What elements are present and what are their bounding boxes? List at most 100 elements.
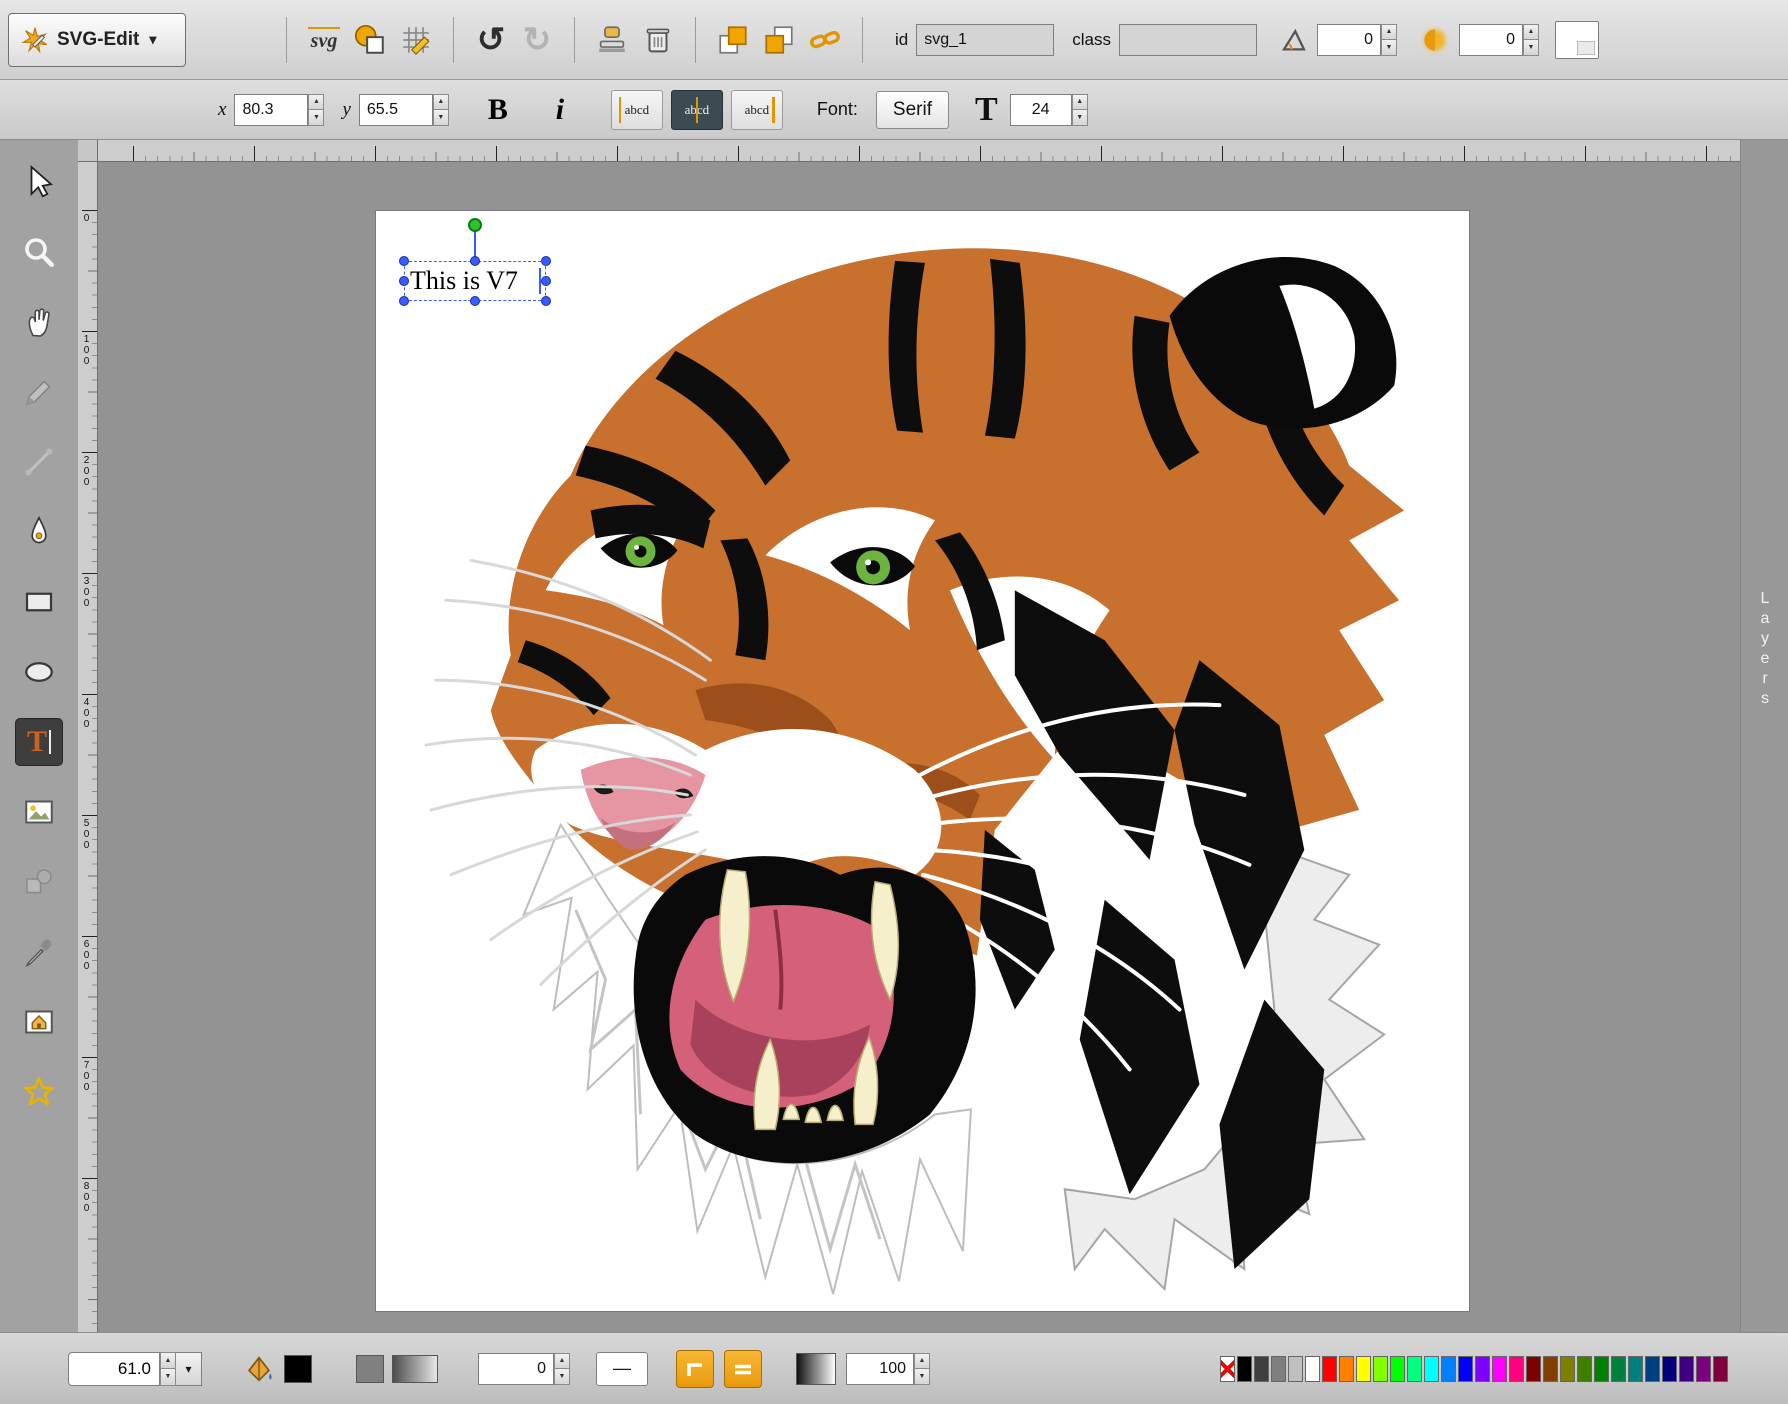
bold-button[interactable]: B	[477, 89, 519, 131]
palette-swatch[interactable]	[1662, 1356, 1677, 1382]
resize-handle-n[interactable]	[470, 256, 480, 266]
stroke-dash-dropdown[interactable]: —	[596, 1352, 648, 1386]
blur-spinner[interactable]: ▲▼	[1523, 24, 1539, 56]
link-button[interactable]	[802, 17, 848, 63]
id-input[interactable]	[916, 24, 1054, 56]
palette-swatch[interactable]	[1628, 1356, 1643, 1382]
x-input[interactable]	[234, 94, 308, 126]
palette-swatch[interactable]	[1577, 1356, 1592, 1382]
palette-swatch[interactable]	[1322, 1356, 1337, 1382]
palette-swatch[interactable]	[1475, 1356, 1490, 1382]
undo-button[interactable]: ↺	[468, 17, 514, 63]
palette-swatch[interactable]	[1220, 1356, 1235, 1382]
ellipse-tool[interactable]	[15, 648, 63, 696]
delete-button[interactable]	[635, 17, 681, 63]
palette-swatch[interactable]	[1526, 1356, 1541, 1382]
class-input[interactable]	[1119, 24, 1257, 56]
palette-swatch[interactable]	[1339, 1356, 1354, 1382]
palette-swatch[interactable]	[1594, 1356, 1609, 1382]
palette-swatch[interactable]	[1237, 1356, 1252, 1382]
editor-background-button[interactable]	[1555, 21, 1599, 59]
palette-swatch[interactable]	[1373, 1356, 1388, 1382]
palette-swatch[interactable]	[1305, 1356, 1320, 1382]
clone-button[interactable]	[589, 17, 635, 63]
palette-swatch[interactable]	[1254, 1356, 1269, 1382]
move-bottom-button[interactable]	[756, 17, 802, 63]
palette-swatch[interactable]	[1611, 1356, 1626, 1382]
linecap-button[interactable]	[724, 1350, 762, 1388]
pan-tool[interactable]	[15, 298, 63, 346]
wireframe-button[interactable]	[347, 17, 393, 63]
line-tool[interactable]	[15, 438, 63, 486]
font-family-button[interactable]: Serif	[876, 91, 949, 129]
stroke-color-swatch[interactable]	[356, 1355, 384, 1383]
layers-tab[interactable]: Layers	[1756, 590, 1774, 720]
zoom-tool[interactable]	[15, 228, 63, 276]
background-tool[interactable]	[15, 998, 63, 1046]
zoom-input[interactable]	[68, 1352, 160, 1386]
opacity-input[interactable]	[846, 1353, 914, 1385]
rotate-handle[interactable]	[468, 218, 482, 232]
angle-spinner[interactable]: ▲▼	[1381, 24, 1397, 56]
path-tool[interactable]	[15, 508, 63, 556]
y-spinner[interactable]: ▲▼	[433, 94, 449, 126]
move-top-button[interactable]	[710, 17, 756, 63]
text-anchor-middle-button[interactable]: abcd	[671, 90, 723, 130]
resize-handle-e[interactable]	[541, 276, 551, 286]
resize-handle-se[interactable]	[541, 296, 551, 306]
palette-swatch[interactable]	[1271, 1356, 1286, 1382]
rect-tool[interactable]	[15, 578, 63, 626]
palette-swatch[interactable]	[1696, 1356, 1711, 1382]
text-anchor-end-button[interactable]: abcd	[731, 90, 783, 130]
resize-handle-s[interactable]	[470, 296, 480, 306]
eyedropper-tool[interactable]	[15, 928, 63, 976]
palette-swatch[interactable]	[1390, 1356, 1405, 1382]
angle-input[interactable]	[1317, 24, 1381, 56]
italic-button[interactable]: i	[539, 89, 581, 131]
palette-swatch[interactable]	[1288, 1356, 1303, 1382]
palette-swatch[interactable]	[1407, 1356, 1422, 1382]
opacity-spinner[interactable]: ▲▼	[914, 1353, 930, 1385]
image-tool[interactable]	[15, 788, 63, 836]
palette-swatch[interactable]	[1509, 1356, 1524, 1382]
palette-swatch[interactable]	[1560, 1356, 1575, 1382]
palette-swatch[interactable]	[1645, 1356, 1660, 1382]
zoom-spinner[interactable]: ▲▼	[160, 1352, 176, 1386]
text-tool[interactable]: T	[15, 718, 63, 766]
resize-handle-w[interactable]	[399, 276, 409, 286]
pencil-tool[interactable]	[15, 368, 63, 416]
redo-button[interactable]: ↻	[514, 17, 560, 63]
source-editor-button[interactable]: svg	[301, 17, 347, 63]
stroke-width-input[interactable]	[478, 1353, 554, 1385]
palette-swatch[interactable]	[1543, 1356, 1558, 1382]
palette-swatch[interactable]	[1424, 1356, 1439, 1382]
star-tool[interactable]	[15, 1068, 63, 1116]
stroke-width-spinner[interactable]: ▲▼	[554, 1353, 570, 1385]
palette-swatch[interactable]	[1679, 1356, 1694, 1382]
resize-handle-ne[interactable]	[541, 256, 551, 266]
font-size-spinner[interactable]: ▲▼	[1072, 94, 1088, 126]
fill-color-swatch[interactable]	[284, 1355, 312, 1383]
palette-swatch[interactable]	[1492, 1356, 1507, 1382]
palette-swatch[interactable]	[1356, 1356, 1371, 1382]
text-anchor-start-button[interactable]: abcd	[611, 90, 663, 130]
stroke-paint-swatch[interactable]	[392, 1355, 438, 1383]
y-input[interactable]	[359, 94, 433, 126]
resize-handle-sw[interactable]	[399, 296, 409, 306]
resize-handle-nw[interactable]	[399, 256, 409, 266]
opacity-gradient-swatch[interactable]	[796, 1353, 836, 1385]
main-menu-button[interactable]: SVG-Edit ▾	[8, 13, 186, 67]
palette-swatch[interactable]	[1441, 1356, 1456, 1382]
shape-library-tool[interactable]	[15, 858, 63, 906]
linejoin-button[interactable]	[676, 1350, 714, 1388]
select-tool[interactable]	[15, 158, 63, 206]
blur-input[interactable]	[1459, 24, 1523, 56]
x-spinner[interactable]: ▲▼	[308, 94, 324, 126]
font-size-input[interactable]	[1010, 94, 1072, 126]
palette-swatch[interactable]	[1713, 1356, 1728, 1382]
grid-snap-button[interactable]	[393, 17, 439, 63]
palette-swatch[interactable]	[1458, 1356, 1473, 1382]
selected-text-element[interactable]: This is V7	[404, 261, 546, 301]
svg-canvas[interactable]: This is V7	[375, 210, 1470, 1312]
zoom-dropdown-button[interactable]: ▾	[176, 1352, 202, 1386]
